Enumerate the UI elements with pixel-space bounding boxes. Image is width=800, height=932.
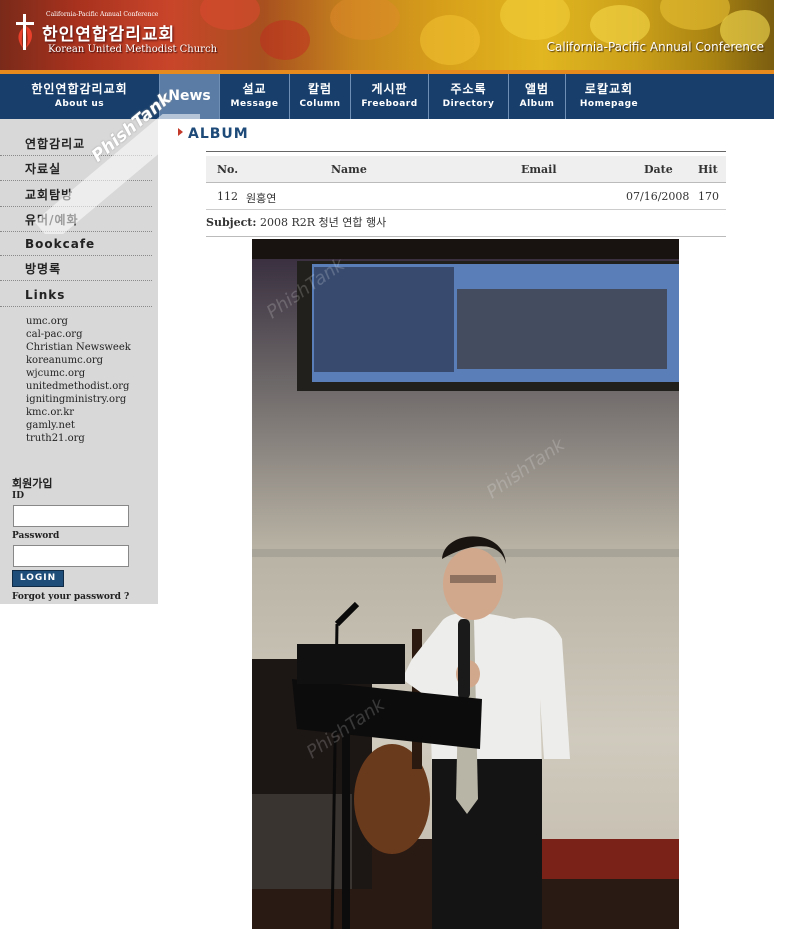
nav-column[interactable]: 칼럼 Column xyxy=(290,74,351,119)
sidebar-item-humor[interactable]: 유머/예화 xyxy=(0,208,152,232)
forgot-password-link[interactable]: Forgot your password ? xyxy=(12,592,129,602)
link-unitedmethodist[interactable]: unitedmethodist.org xyxy=(26,380,131,393)
nav-album[interactable]: 앨범 Album xyxy=(509,74,566,119)
org-title: 한인연합감리교회 xyxy=(42,25,176,45)
conference-title: California-Pacific Annual Conference xyxy=(546,40,764,54)
cell-hit: 170 xyxy=(698,190,719,203)
main-nav: 한인연합감리교회 About us News 설교 Message 칼럼 Col… xyxy=(0,74,774,119)
cell-date: 07/16/2008 xyxy=(626,190,690,203)
login-button[interactable]: LOGIN xyxy=(12,570,64,587)
org-tagline: California-Pacific Annual Conference xyxy=(46,11,159,18)
nav-message[interactable]: 설교 Message xyxy=(220,74,290,119)
sidebar: 연합감리교 자료실 교회탐방 유머/예화 Bookcafe 방명록 Links … xyxy=(0,89,200,604)
col-date: Date xyxy=(644,163,673,176)
link-calpac[interactable]: cal-pac.org xyxy=(26,328,131,341)
join-title: 회원가입 xyxy=(12,477,53,490)
link-ignitingministry[interactable]: ignitingministry.org xyxy=(26,393,131,406)
password-input[interactable] xyxy=(13,545,129,567)
password-label: Password xyxy=(12,531,60,541)
cross-flame-icon xyxy=(16,14,34,50)
col-no: No. xyxy=(217,163,239,176)
col-name: Name xyxy=(331,163,367,176)
sidebar-item-links[interactable]: Links xyxy=(0,283,152,307)
link-wjcumc[interactable]: wjcumc.org xyxy=(26,367,131,380)
id-input[interactable] xyxy=(13,505,129,527)
col-email: Email xyxy=(521,163,557,176)
cell-name[interactable]: 원홍연 xyxy=(246,190,276,206)
link-gamly[interactable]: gamly.net xyxy=(26,419,131,432)
table-header: No. Name Email Date Hit xyxy=(206,156,726,183)
speaker-photo: PhishTank PhishTank PhishTank xyxy=(252,239,679,929)
org-subtitle: Korean United Methodist Church xyxy=(48,44,218,55)
subject-label: Subject: xyxy=(206,216,257,229)
table-row: 112 원홍연 07/16/2008 170 xyxy=(206,183,726,210)
page-title: ALBUM xyxy=(178,126,249,142)
link-christian-newsweek[interactable]: Christian Newsweek xyxy=(26,341,131,354)
subject-text: 2008 R2R 청년 연합 행사 xyxy=(259,216,387,229)
link-umc[interactable]: umc.org xyxy=(26,315,131,328)
link-truth21[interactable]: truth21.org xyxy=(26,432,131,445)
sidebar-item-church-visit[interactable]: 교회탐방 xyxy=(0,183,152,207)
sidebar-item-resources[interactable]: 자료실 xyxy=(0,157,152,181)
id-label: ID xyxy=(12,491,25,501)
subject-line: Subject: 2008 R2R 청년 연합 행사 xyxy=(206,214,726,237)
cell-no: 112 xyxy=(217,190,238,203)
link-kmc[interactable]: kmc.or.kr xyxy=(26,406,131,419)
nav-freeboard[interactable]: 게시판 Freeboard xyxy=(351,74,429,119)
logo[interactable]: California-Pacific Annual Conference 한인연… xyxy=(6,6,217,62)
header-banner: California-Pacific Annual Conference 한인연… xyxy=(0,0,774,70)
album-table: No. Name Email Date Hit 112 원홍연 07/16/20… xyxy=(206,151,726,210)
col-hit: Hit xyxy=(698,163,718,176)
nav-homepage[interactable]: 로칼교회 Homepage xyxy=(566,74,652,119)
links-list: umc.org cal-pac.org Christian Newsweek k… xyxy=(26,315,131,445)
arrow-icon xyxy=(178,128,183,136)
sidebar-item-guestbook[interactable]: 방명록 xyxy=(0,257,152,281)
link-koreanumc[interactable]: koreanumc.org xyxy=(26,354,131,367)
album-photo: PhishTank PhishTank PhishTank xyxy=(252,239,679,929)
nav-directory[interactable]: 주소록 Directory xyxy=(429,74,509,119)
sidebar-item-bookcafe[interactable]: Bookcafe xyxy=(0,232,152,256)
